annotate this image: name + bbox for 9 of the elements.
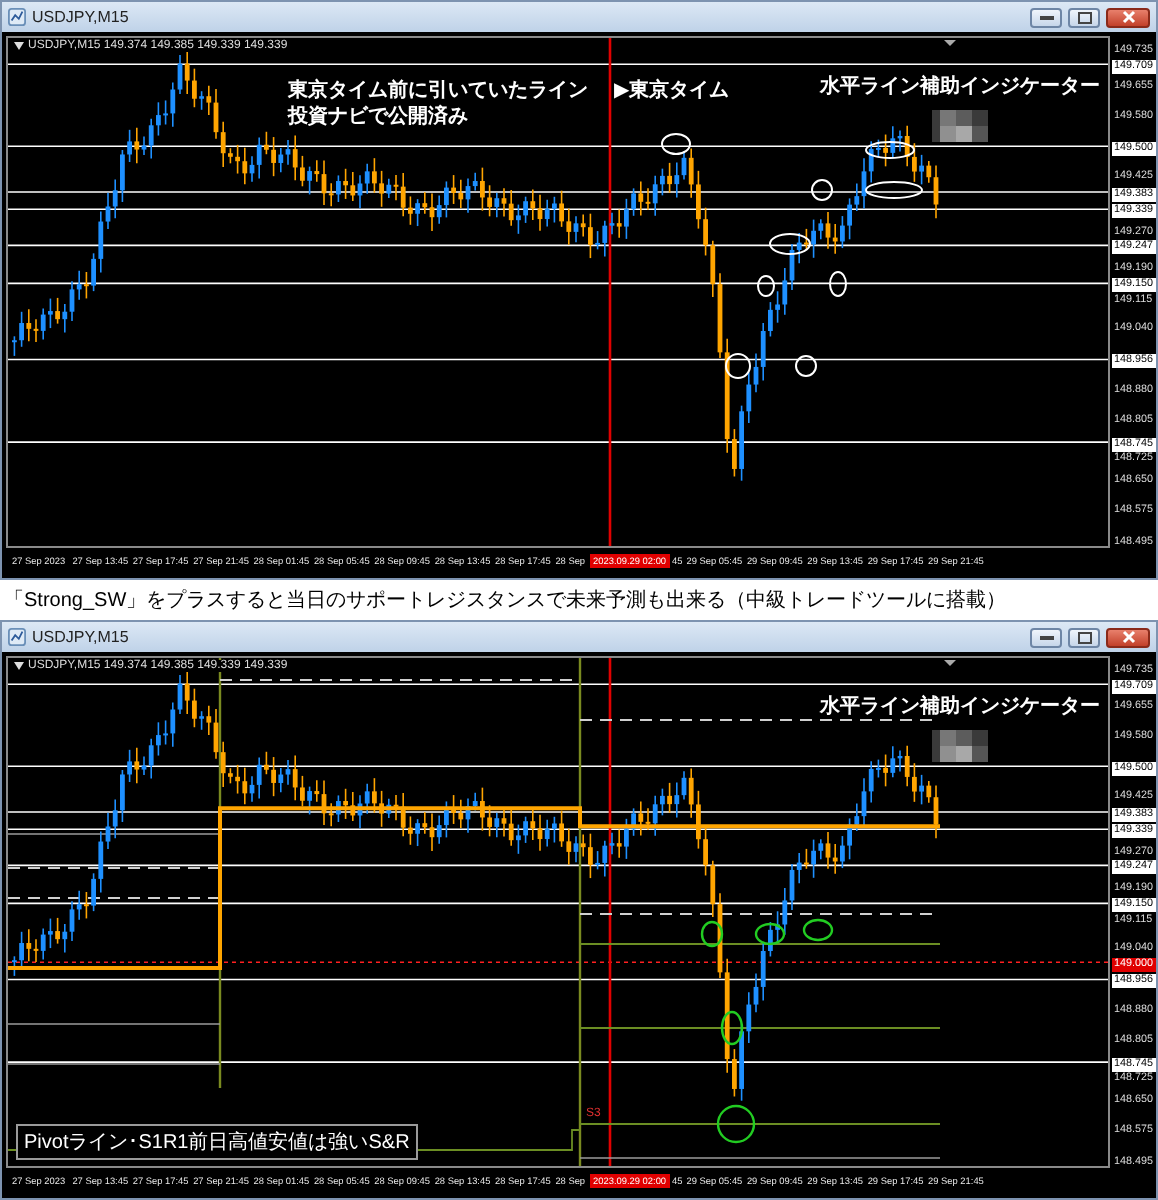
chart-note: 東京タイム前に引いていたライン: [288, 78, 588, 104]
legend-label: Pivotライン･S1R1前日高値安値は強いS&R: [16, 1124, 418, 1160]
indicator-label: 水平ライン補助インジケーター: [820, 694, 1100, 720]
caption-text: 「Strong_SW」をプラスすると当日のサポートレジスタンスで未来予測も出来る（中級トレードツールに搭載）: [2, 587, 1009, 616]
window-title: USDJPY,M15: [32, 8, 129, 26]
indicator-label: 水平ライン補助インジケーター: [820, 74, 1100, 100]
session-label: ▶東京タイム: [614, 78, 730, 104]
chart-note: 投資ナビで公開済み: [288, 104, 470, 130]
window-title: USDJPY,M15: [32, 628, 129, 646]
